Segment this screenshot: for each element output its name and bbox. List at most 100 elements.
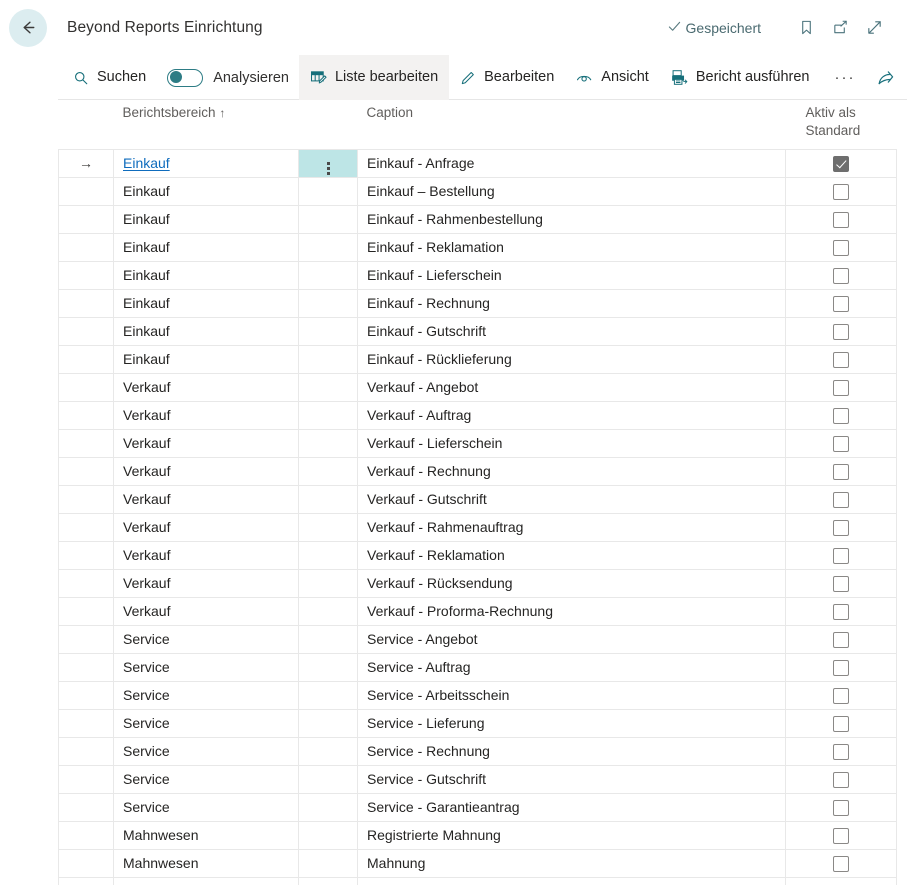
cell-berichtsbereich[interactable]: Verkauf — [113, 428, 299, 458]
cell-row-menu[interactable] — [298, 316, 358, 346]
aktiv-als-standard-checkbox[interactable] — [833, 688, 849, 705]
share-icon[interactable] — [870, 62, 902, 94]
cell-aktiv-als-standard[interactable] — [785, 428, 897, 458]
more-commands-button[interactable]: ··· — [821, 55, 870, 100]
table-row[interactable]: Mahnwesen — [58, 876, 897, 885]
cell-aktiv-als-standard[interactable] — [785, 148, 897, 178]
cell-aktiv-als-standard[interactable] — [785, 176, 897, 206]
cell-berichtsbereich-link[interactable]: Einkauf — [123, 155, 170, 171]
cell-berichtsbereich[interactable]: Einkauf — [113, 232, 299, 262]
cell-row-menu[interactable] — [298, 624, 358, 654]
cell-row-menu[interactable] — [298, 428, 358, 458]
cell-row-menu[interactable] — [298, 260, 358, 290]
cell-aktiv-als-standard[interactable] — [785, 792, 897, 822]
table-row[interactable]: Mahnwesen Registrierte Mahnung — [58, 820, 897, 850]
cell-berichtsbereich[interactable]: Service — [113, 708, 299, 738]
cell-berichtsbereich[interactable]: Verkauf — [113, 568, 299, 598]
aktiv-als-standard-checkbox[interactable] — [833, 464, 849, 481]
cell-aktiv-als-standard[interactable] — [785, 512, 897, 542]
cell-berichtsbereich[interactable]: Einkauf — [113, 344, 299, 374]
bookmark-icon[interactable] — [789, 11, 823, 45]
cell-aktiv-als-standard[interactable] — [785, 484, 897, 514]
open-in-new-window-icon[interactable] — [823, 11, 857, 45]
cell-caption[interactable]: Verkauf - Rücksendung — [357, 568, 786, 598]
cell-berichtsbereich[interactable]: Service — [113, 680, 299, 710]
cell-berichtsbereich[interactable]: Mahnwesen — [113, 876, 299, 885]
cell-row-menu[interactable] — [298, 764, 358, 794]
aktiv-als-standard-checkbox[interactable] — [833, 576, 849, 593]
cell-berichtsbereich[interactable]: Verkauf — [113, 596, 299, 626]
table-row[interactable]: Service Service - Angebot — [58, 624, 897, 654]
cell-aktiv-als-standard[interactable] — [785, 316, 897, 346]
cell-caption[interactable]: Service - Arbeitsschein — [357, 680, 786, 710]
cell-row-menu[interactable] — [298, 372, 358, 402]
cell-caption[interactable]: Service - Garantieantrag — [357, 792, 786, 822]
edit-button[interactable]: Bearbeiten — [449, 55, 565, 100]
cell-caption[interactable]: Einkauf - Rücklieferung — [357, 344, 786, 374]
cell-caption[interactable]: Service - Angebot — [357, 624, 786, 654]
table-row[interactable]: Verkauf Verkauf - Rechnung — [58, 456, 897, 486]
aktiv-als-standard-checkbox[interactable] — [833, 772, 849, 789]
aktiv-als-standard-checkbox[interactable] — [833, 380, 849, 397]
funnel-icon[interactable] — [902, 62, 907, 94]
aktiv-als-standard-checkbox[interactable] — [833, 744, 849, 761]
cell-berichtsbereich[interactable]: Einkauf — [113, 176, 299, 206]
cell-caption[interactable]: Verkauf - Gutschrift — [357, 484, 786, 514]
cell-berichtsbereich[interactable]: Einkauf — [113, 148, 299, 178]
cell-caption[interactable]: Verkauf - Rahmenauftrag — [357, 512, 786, 542]
table-row[interactable]: Einkauf Einkauf - Lieferschein — [58, 260, 897, 290]
cell-row-menu[interactable] — [298, 288, 358, 318]
aktiv-als-standard-checkbox[interactable] — [833, 632, 849, 649]
cell-caption[interactable]: Einkauf – Bestellung — [357, 176, 786, 206]
cell-aktiv-als-standard[interactable] — [785, 596, 897, 626]
cell-aktiv-als-standard[interactable] — [785, 400, 897, 430]
cell-aktiv-als-standard[interactable] — [785, 344, 897, 374]
cell-caption[interactable]: Verkauf - Auftrag — [357, 400, 786, 430]
cell-aktiv-als-standard[interactable] — [785, 680, 897, 710]
aktiv-als-standard-checkbox[interactable] — [833, 492, 849, 509]
cell-row-menu[interactable] — [298, 792, 358, 822]
cell-berichtsbereich[interactable]: Einkauf — [113, 260, 299, 290]
cell-aktiv-als-standard[interactable] — [785, 540, 897, 570]
aktiv-als-standard-checkbox[interactable] — [833, 828, 849, 845]
column-header-berichtsbereich[interactable]: Berichtsbereich ↑ — [113, 100, 299, 150]
table-row[interactable]: Service Service - Rechnung — [58, 736, 897, 766]
cell-row-menu[interactable] — [298, 204, 358, 234]
expand-icon[interactable] — [857, 11, 891, 45]
cell-berichtsbereich[interactable]: Einkauf — [113, 288, 299, 318]
cell-aktiv-als-standard[interactable] — [785, 204, 897, 234]
cell-row-menu[interactable] — [298, 148, 358, 178]
cell-berichtsbereich[interactable]: Service — [113, 792, 299, 822]
cell-caption[interactable]: Service - Rechnung — [357, 736, 786, 766]
cell-caption[interactable]: Einkauf - Lieferschein — [357, 260, 786, 290]
cell-berichtsbereich[interactable]: Verkauf — [113, 372, 299, 402]
analyze-toggle[interactable]: Analysieren — [157, 55, 299, 100]
cell-aktiv-als-standard[interactable] — [785, 652, 897, 682]
cell-aktiv-als-standard[interactable] — [785, 876, 897, 885]
cell-caption[interactable]: Service - Auftrag — [357, 652, 786, 682]
table-row[interactable]: Verkauf Verkauf - Reklamation — [58, 540, 897, 570]
table-row[interactable]: Einkauf Einkauf – Bestellung — [58, 176, 897, 206]
cell-caption[interactable]: Einkauf - Anfrage — [357, 148, 786, 178]
table-row[interactable]: Verkauf Verkauf - Auftrag — [58, 400, 897, 430]
aktiv-als-standard-checkbox[interactable] — [833, 548, 849, 565]
aktiv-als-standard-checkbox[interactable] — [833, 660, 849, 677]
table-row[interactable]: Einkauf Einkauf - Gutschrift — [58, 316, 897, 346]
column-header-aktiv-als-standard[interactable]: Aktiv als Standard — [785, 100, 897, 150]
cell-row-menu[interactable] — [298, 176, 358, 206]
cell-berichtsbereich[interactable]: Service — [113, 736, 299, 766]
run-report-button[interactable]: Bericht ausführen — [660, 55, 821, 100]
cell-caption[interactable]: Verkauf - Proforma-Rechnung — [357, 596, 786, 626]
table-row[interactable]: Mahnwesen Mahnung — [58, 848, 897, 878]
cell-berichtsbereich[interactable]: Mahnwesen — [113, 820, 299, 850]
table-row[interactable]: Verkauf Verkauf - Proforma-Rechnung — [58, 596, 897, 626]
cell-aktiv-als-standard[interactable] — [785, 288, 897, 318]
cell-caption[interactable]: Einkauf - Rahmenbestellung — [357, 204, 786, 234]
cell-berichtsbereich[interactable]: Verkauf — [113, 512, 299, 542]
cell-row-menu[interactable] — [298, 512, 358, 542]
cell-row-menu[interactable] — [298, 568, 358, 598]
cell-caption[interactable]: Service - Gutschrift — [357, 764, 786, 794]
aktiv-als-standard-checkbox[interactable] — [833, 520, 849, 537]
cell-row-menu[interactable] — [298, 736, 358, 766]
cell-berichtsbereich[interactable]: Einkauf — [113, 204, 299, 234]
